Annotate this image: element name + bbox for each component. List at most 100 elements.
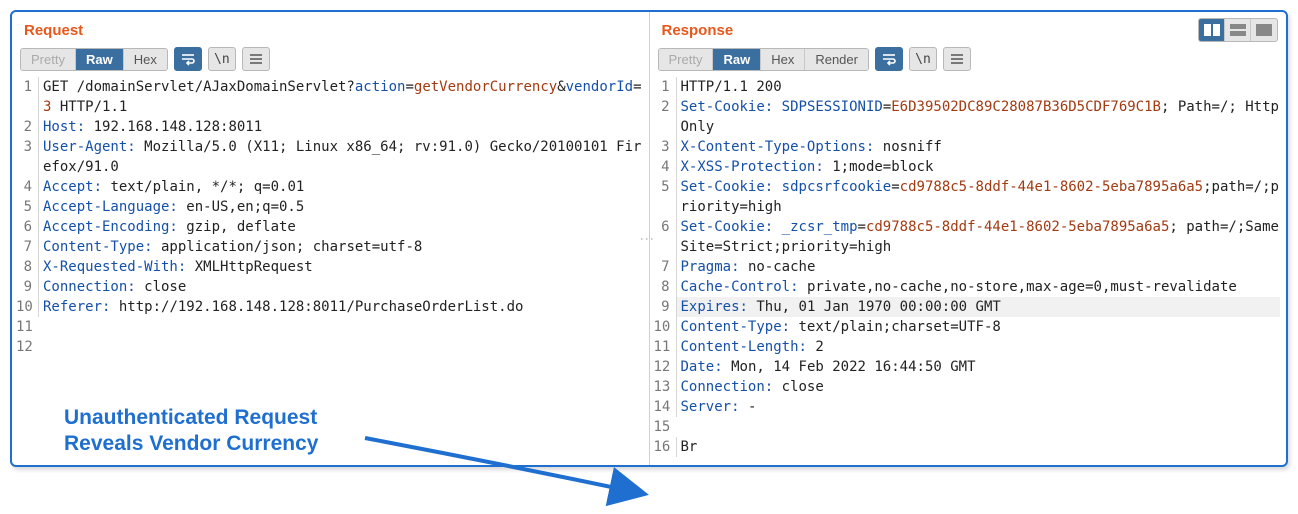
code-line: 3User-Agent: Mozilla/5.0 (X11; Linux x86… xyxy=(16,137,643,177)
code-line: 9Expires: Thu, 01 Jan 1970 00:00:00 GMT xyxy=(654,297,1281,317)
show-newlines-icon[interactable]: \n xyxy=(208,47,236,71)
code-text[interactable]: Connection: close xyxy=(676,377,1281,397)
line-number: 15 xyxy=(654,417,676,437)
response-code[interactable]: 1HTTP/1.1 2002Set-Cookie: SDPSESSIONID=E… xyxy=(650,77,1287,465)
code-line: 5Accept-Language: en-US,en;q=0.5 xyxy=(16,197,643,217)
response-title: Response xyxy=(650,12,1287,47)
code-text[interactable]: X-XSS-Protection: 1;mode=block xyxy=(676,157,1281,177)
code-line: 5Set-Cookie: sdpcsrfcookie=cd9788c5-8ddf… xyxy=(654,177,1281,217)
code-line: 3X-Content-Type-Options: nosniff xyxy=(654,137,1281,157)
tab-raw[interactable]: Raw xyxy=(713,49,761,70)
code-line: 4X-XSS-Protection: 1;mode=block xyxy=(654,157,1281,177)
response-view-tabs: Pretty Raw Hex Render xyxy=(658,48,869,71)
code-line: 9Connection: close xyxy=(16,277,643,297)
line-number: 3 xyxy=(654,137,676,157)
annotation-line1: Unauthenticated Request xyxy=(64,405,318,431)
code-text[interactable]: Set-Cookie: SDPSESSIONID=E6D39502DC89C28… xyxy=(676,97,1281,137)
line-number: 8 xyxy=(654,277,676,297)
line-number: 3 xyxy=(16,137,38,157)
code-line: 12Date: Mon, 14 Feb 2022 16:44:50 GMT xyxy=(654,357,1281,377)
tab-pretty[interactable]: Pretty xyxy=(659,49,714,70)
tab-hex[interactable]: Hex xyxy=(761,49,805,70)
line-number: 7 xyxy=(654,257,676,277)
code-line: 12 xyxy=(16,337,643,357)
code-text[interactable]: HTTP/1.1 200 xyxy=(676,77,1281,97)
code-line: 6Set-Cookie: _zcsr_tmp=cd9788c5-8ddf-44e… xyxy=(654,217,1281,257)
line-number: 2 xyxy=(654,97,676,117)
code-text[interactable]: Accept: text/plain, */*; q=0.01 xyxy=(38,177,643,197)
tab-hex[interactable]: Hex xyxy=(124,49,167,70)
code-text[interactable]: Content-Type: text/plain;charset=UTF-8 xyxy=(676,317,1281,337)
line-number: 2 xyxy=(16,117,38,137)
tab-raw[interactable]: Raw xyxy=(76,49,124,70)
code-text[interactable]: Content-Type: application/json; charset=… xyxy=(38,237,643,257)
line-number: 6 xyxy=(16,217,38,237)
request-toolbar: Pretty Raw Hex \n xyxy=(12,47,649,77)
line-number: 12 xyxy=(654,357,676,377)
hamburger-icon[interactable] xyxy=(242,47,270,71)
line-number: 4 xyxy=(654,157,676,177)
line-number: 8 xyxy=(16,257,38,277)
request-code[interactable]: 1GET /domainServlet/AJaxDomainServlet?ac… xyxy=(12,77,649,365)
code-text[interactable]: Expires: Thu, 01 Jan 1970 00:00:00 GMT xyxy=(676,297,1281,317)
line-number: 11 xyxy=(654,337,676,357)
annotation-line2: Reveals Vendor Currency xyxy=(64,431,318,457)
code-line: 7Pragma: no-cache xyxy=(654,257,1281,277)
line-number: 10 xyxy=(16,297,38,317)
code-line: 11 xyxy=(16,317,643,337)
code-line: 16Br xyxy=(654,437,1281,457)
code-text[interactable]: Host: 192.168.148.128:8011 xyxy=(38,117,643,137)
code-text[interactable]: Server: - xyxy=(676,397,1281,417)
code-line: 15 xyxy=(654,417,1281,437)
code-line: 1HTTP/1.1 200 xyxy=(654,77,1281,97)
line-number: 10 xyxy=(654,317,676,337)
tab-render[interactable]: Render xyxy=(805,49,868,70)
code-line: 7Content-Type: application/json; charset… xyxy=(16,237,643,257)
show-newlines-icon[interactable]: \n xyxy=(909,47,937,71)
line-number: 6 xyxy=(654,217,676,237)
request-pane: Request Pretty Raw Hex \n 1GET /domainSe… xyxy=(12,12,649,465)
code-line: 10Referer: http://192.168.148.128:8011/P… xyxy=(16,297,643,317)
line-number: 1 xyxy=(16,77,38,97)
tab-pretty[interactable]: Pretty xyxy=(21,49,76,70)
code-line: 2Set-Cookie: SDPSESSIONID=E6D39502DC89C2… xyxy=(654,97,1281,137)
code-line: 4Accept: text/plain, */*; q=0.01 xyxy=(16,177,643,197)
line-number: 5 xyxy=(16,197,38,217)
line-number: 1 xyxy=(654,77,676,97)
wrap-lines-icon[interactable] xyxy=(875,47,903,71)
code-text[interactable]: Set-Cookie: sdpcsrfcookie=cd9788c5-8ddf-… xyxy=(676,177,1281,217)
code-line: 14Server: - xyxy=(654,397,1281,417)
code-line: 8X-Requested-With: XMLHttpRequest xyxy=(16,257,643,277)
code-text[interactable]: Cache-Control: private,no-cache,no-store… xyxy=(676,277,1281,297)
response-pane: ⋮ Response Pretty Raw Hex Render \n xyxy=(649,12,1287,465)
line-number: 4 xyxy=(16,177,38,197)
code-line: 8Cache-Control: private,no-cache,no-stor… xyxy=(654,277,1281,297)
code-line: 2Host: 192.168.148.128:8011 xyxy=(16,117,643,137)
code-text[interactable]: Connection: close xyxy=(38,277,643,297)
line-number: 9 xyxy=(16,277,38,297)
code-text[interactable]: Accept-Language: en-US,en;q=0.5 xyxy=(38,197,643,217)
code-text[interactable]: Pragma: no-cache xyxy=(676,257,1281,277)
code-line: 1GET /domainServlet/AJaxDomainServlet?ac… xyxy=(16,77,643,117)
pane-resize-handle[interactable]: ⋮ xyxy=(646,232,650,246)
code-line: 11Content-Length: 2 xyxy=(654,337,1281,357)
code-text[interactable]: GET /domainServlet/AJaxDomainServlet?act… xyxy=(38,77,643,117)
code-line: 6Accept-Encoding: gzip, deflate xyxy=(16,217,643,237)
code-text[interactable]: Set-Cookie: _zcsr_tmp=cd9788c5-8ddf-44e1… xyxy=(676,217,1281,257)
code-line: 10Content-Type: text/plain;charset=UTF-8 xyxy=(654,317,1281,337)
wrap-lines-icon[interactable] xyxy=(174,47,202,71)
code-text[interactable]: Br xyxy=(676,437,1281,457)
code-text[interactable]: Date: Mon, 14 Feb 2022 16:44:50 GMT xyxy=(676,357,1281,377)
http-message-panel: Request Pretty Raw Hex \n 1GET /domainSe… xyxy=(10,10,1288,467)
code-text[interactable]: User-Agent: Mozilla/5.0 (X11; Linux x86_… xyxy=(38,137,643,177)
code-text[interactable]: X-Content-Type-Options: nosniff xyxy=(676,137,1281,157)
request-view-tabs: Pretty Raw Hex xyxy=(20,48,168,71)
hamburger-icon[interactable] xyxy=(943,47,971,71)
code-text[interactable]: Referer: http://192.168.148.128:8011/Pur… xyxy=(38,297,643,317)
code-text[interactable]: Content-Length: 2 xyxy=(676,337,1281,357)
code-text[interactable]: Accept-Encoding: gzip, deflate xyxy=(38,217,643,237)
annotation-text: Unauthenticated Request Reveals Vendor C… xyxy=(64,405,318,457)
line-number: 9 xyxy=(654,297,676,317)
code-text[interactable]: X-Requested-With: XMLHttpRequest xyxy=(38,257,643,277)
line-number: 14 xyxy=(654,397,676,417)
